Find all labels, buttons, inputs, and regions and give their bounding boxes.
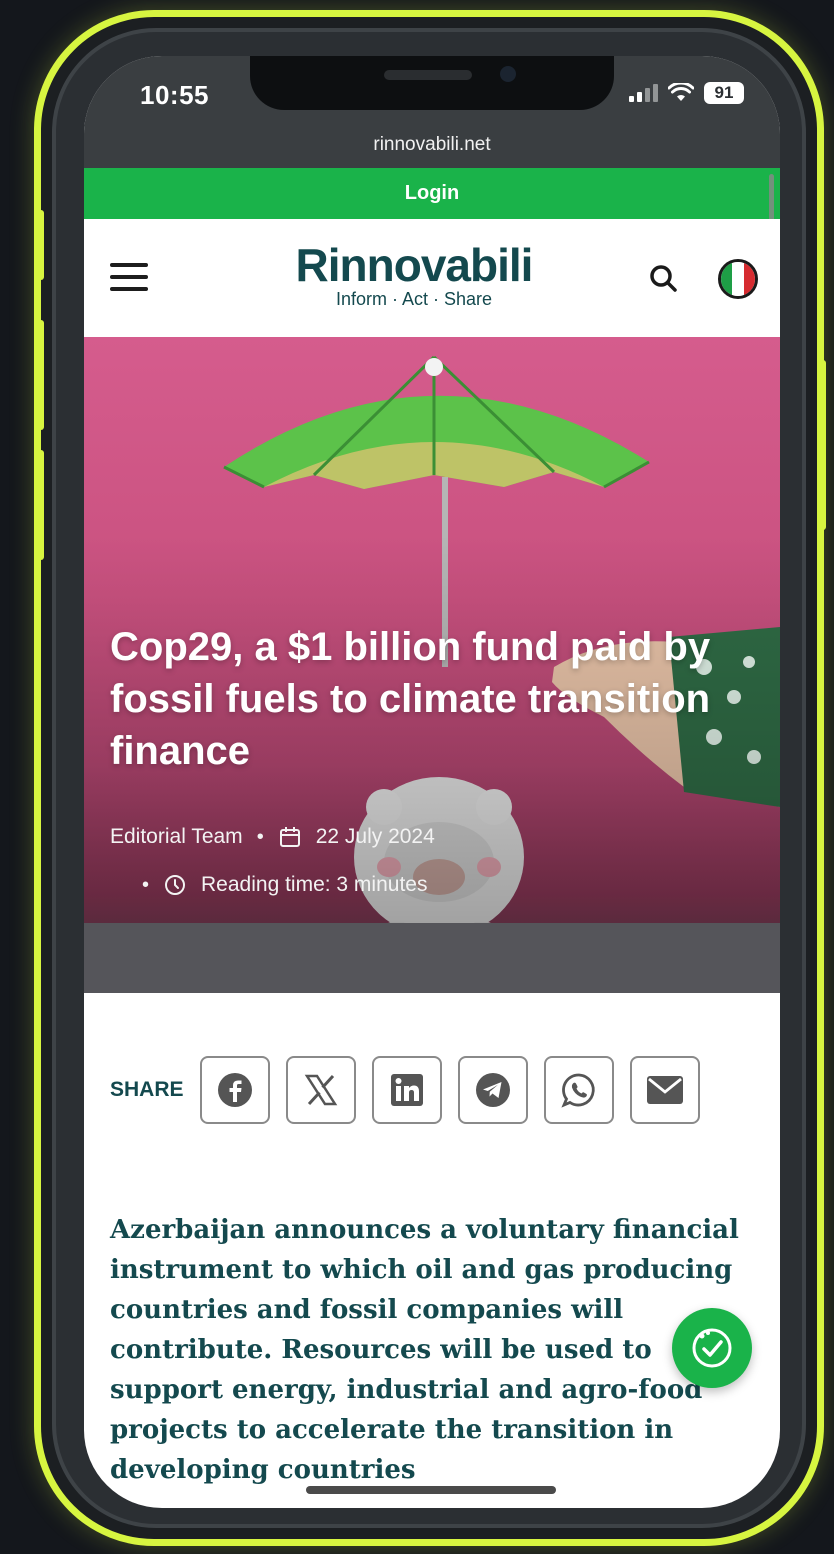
calendar-icon (279, 827, 300, 847)
share-facebook-button[interactable] (199, 1056, 270, 1124)
hero-floor (84, 923, 780, 993)
phone-screen: 10:55 91 rinnovabili.net Login Rinnovabi… (84, 56, 780, 1508)
side-button-left-2 (36, 320, 44, 430)
site-logo[interactable]: Rinnovabili Inform · Act · Share (264, 239, 564, 310)
article-author[interactable]: Editorial Team (110, 825, 243, 849)
notch (250, 56, 614, 110)
site-header: Rinnovabili Inform · Act · Share (84, 219, 780, 337)
home-indicator[interactable] (306, 1486, 556, 1494)
login-button[interactable]: Login (84, 168, 780, 219)
wifi-icon (668, 83, 694, 101)
status-icons: 91 (629, 82, 744, 104)
article-date: 22 July 2024 (315, 825, 435, 848)
logo-tagline: Inform · Act · Share (335, 289, 493, 309)
search-icon[interactable] (644, 259, 684, 299)
floating-action-button[interactable] (672, 1308, 752, 1388)
battery-icon: 91 (704, 82, 744, 104)
article-title: Cop29, a $1 billion fund paid by fossil … (110, 625, 711, 773)
status-time: 10:55 (140, 80, 209, 110)
meta-separator: • (256, 825, 264, 848)
logo-text: Rinnovabili (295, 239, 534, 291)
clock-icon (165, 875, 186, 895)
status-bar: 10:55 91 (84, 56, 780, 118)
share-email-button[interactable] (629, 1056, 700, 1124)
share-bar: SHARE (110, 1056, 716, 1124)
hero-image: Cop29, a $1 billion fund paid by fossil … (84, 337, 780, 993)
x-icon (304, 1074, 337, 1106)
reading-time: Reading time: 3 minutes (201, 873, 428, 896)
url-bar[interactable]: rinnovabili.net (84, 118, 780, 168)
side-button-left-3 (36, 450, 44, 560)
speaker-grille (384, 70, 472, 80)
share-label: SHARE (110, 1078, 184, 1101)
telegram-icon (475, 1073, 510, 1107)
article-summary: Azerbaijan announces a voluntary financi… (110, 1215, 739, 1485)
email-icon (646, 1076, 683, 1104)
whatsapp-icon (560, 1073, 595, 1108)
side-button-right (818, 360, 826, 530)
front-camera (500, 66, 516, 82)
side-button-left (36, 210, 44, 280)
share-linkedin-button[interactable] (371, 1056, 442, 1124)
share-x-button[interactable] (285, 1056, 356, 1124)
article-meta-line-2: • Reading time: 3 minutes (142, 873, 427, 897)
facebook-icon (217, 1073, 252, 1107)
article-meta-line-1: Editorial Team • 22 July 2024 (110, 825, 435, 849)
italy-flag-icon[interactable] (718, 259, 758, 299)
hamburger-icon[interactable] (110, 263, 148, 291)
share-telegram-button[interactable] (457, 1056, 528, 1124)
signal-icon (629, 84, 658, 102)
share-whatsapp-button[interactable] (543, 1056, 614, 1124)
linkedin-icon (390, 1074, 423, 1106)
meta-separator: • (142, 873, 150, 896)
checkmark-badge-icon (692, 1328, 732, 1368)
